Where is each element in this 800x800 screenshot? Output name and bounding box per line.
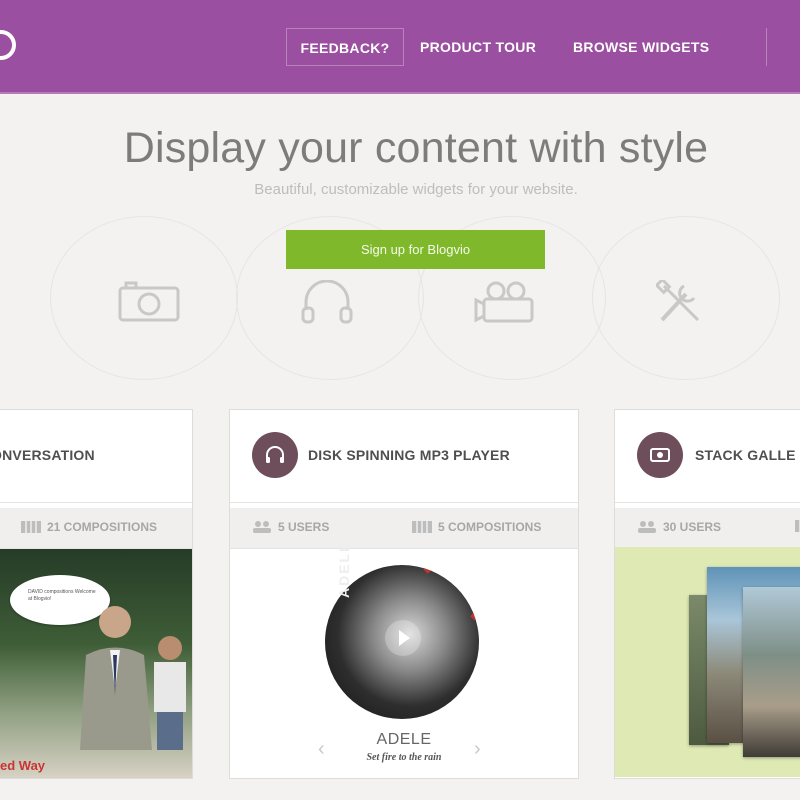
headphones-icon [300, 280, 354, 324]
compositions-stat: 21 COMPOSITIONS [21, 520, 157, 536]
nav-browse-widgets-link[interactable]: BROWSE WIDGETS [573, 28, 709, 66]
track-title: Set fire to the rain [366, 752, 442, 763]
card-badge [252, 432, 298, 478]
video-camera-icon [474, 280, 536, 324]
logo-icon[interactable] [0, 30, 16, 60]
signup-button[interactable]: Sign up for Blogvio [286, 230, 545, 269]
card-header: ONVERSATION [0, 410, 192, 503]
tools-icon [656, 280, 706, 324]
card-title: ONVERSATION [0, 447, 95, 463]
card-title: DISK SPINNING MP3 PLAYER [308, 447, 510, 463]
play-button[interactable] [385, 620, 421, 656]
compositions-icon [21, 521, 41, 536]
compositions-stat-label: 5 COMPOSITIONS [438, 520, 542, 534]
top-navigation-bar: FEEDBACK? PRODUCT TOUR BROWSE WIDGETS [0, 0, 800, 94]
track-artist: ADELE [376, 731, 432, 748]
gallery-preview [615, 547, 800, 777]
card-stats: 21 COMPOSITIONS [0, 508, 192, 549]
album-disc-text: ADELE [336, 540, 352, 598]
compositions-stat: 5 COMPOSITIONS [412, 520, 541, 536]
banner-text: ed Way [0, 758, 46, 773]
disc-red-arc [413, 565, 479, 631]
users-stat: 30 USERS [637, 520, 721, 536]
card-header: STACK GALLE [615, 410, 800, 503]
card-stats: 5 USERS 5 COMPOSITIONS [230, 508, 578, 549]
users-stat: 5 USERS [252, 520, 329, 536]
users-icon [637, 521, 657, 536]
users-icon [252, 521, 272, 536]
compositions-stat-label: 21 COMPOSITIONS [47, 520, 158, 534]
person-in-white-image [154, 636, 186, 750]
person-in-suit-image [80, 606, 152, 750]
card-header: DISK SPINNING MP3 PLAYER [230, 410, 578, 503]
card-badge [637, 432, 683, 478]
hero-title: Display your content with style [123, 124, 709, 172]
compositions-icon [412, 521, 432, 536]
nav-divider [766, 28, 767, 66]
card-title: STACK GALLE [695, 447, 796, 463]
camera-icon [118, 280, 180, 322]
nav-feedback-link[interactable]: FEEDBACK? [286, 28, 404, 66]
card-stats: 30 USERS [615, 508, 800, 549]
nav-product-tour-link[interactable]: PRODUCT TOUR [420, 28, 536, 66]
hero-subtitle: Beautiful, customizable widgets for your… [254, 181, 578, 198]
compositions-icon [795, 520, 800, 535]
users-stat-label: 30 USERS [663, 520, 722, 534]
gallery-photo-front [743, 587, 800, 757]
users-stat-label: 5 USERS [278, 520, 330, 534]
